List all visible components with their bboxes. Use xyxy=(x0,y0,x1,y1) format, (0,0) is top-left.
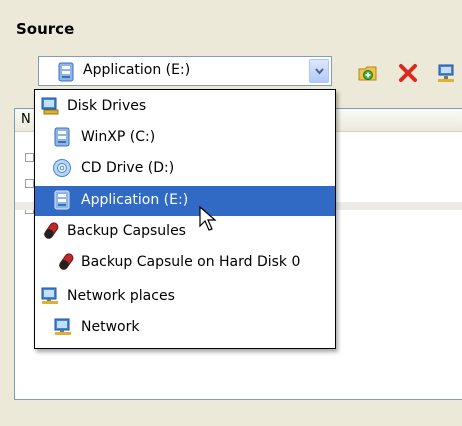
dropdown-item-backup-capsule-hd0[interactable]: Backup Capsule on Hard Disk 0 xyxy=(35,248,335,278)
dropdown-item-network[interactable]: Network xyxy=(35,313,335,343)
dropdown-item-label: Network places xyxy=(67,288,175,304)
hard-drive-icon xyxy=(57,62,75,86)
tree-expand-icon[interactable] xyxy=(25,153,34,162)
dropdown-item-cd-drive[interactable]: CD Drive (D:) xyxy=(35,154,335,184)
dropdown-item-label: Backup Capsules xyxy=(67,223,186,239)
disk-drives-icon xyxy=(40,96,60,120)
network-icon xyxy=(53,317,73,341)
combo-dropdown-button[interactable] xyxy=(309,59,329,83)
dropdown-item-label: Backup Capsule on Hard Disk 0 xyxy=(81,254,301,270)
tree-expand-icon[interactable] xyxy=(25,179,34,188)
source-combobox[interactable]: Application (E:) xyxy=(38,56,332,86)
dropdown-item-disk-drives[interactable]: Disk Drives xyxy=(35,92,335,122)
dropdown-item-label: Network xyxy=(81,319,140,335)
dropdown-item-application[interactable]: Application (E:) xyxy=(35,186,335,216)
delete-button[interactable] xyxy=(397,62,419,84)
combo-selected-text: Application (E:) xyxy=(83,62,191,78)
dropdown-item-winxp[interactable]: WinXP (C:) xyxy=(35,123,335,153)
source-dropdown-list[interactable]: Disk Drives WinXP (C:) CD Drive (D:) App… xyxy=(34,89,336,349)
chevron-down-icon xyxy=(315,68,324,75)
backup-capsule-icon xyxy=(40,221,60,245)
add-folder-icon xyxy=(358,66,377,81)
list-header-column[interactable]: N xyxy=(21,112,31,127)
backup-capsule-icon xyxy=(55,252,75,276)
hard-drive-icon xyxy=(53,190,71,214)
hard-drive-icon xyxy=(53,127,71,151)
dropdown-item-label: Disk Drives xyxy=(67,98,147,114)
dropdown-item-network-places[interactable]: Network places xyxy=(35,282,335,312)
dropdown-item-backup-capsules[interactable]: Backup Capsules xyxy=(35,217,335,247)
dropdown-item-label: Application (E:) xyxy=(81,192,189,208)
dropdown-item-label: CD Drive (D:) xyxy=(81,160,175,176)
network-places-icon xyxy=(40,286,60,310)
cd-drive-icon xyxy=(52,158,72,182)
network-icon xyxy=(438,64,454,82)
network-button[interactable] xyxy=(436,62,458,84)
mouse-cursor-icon xyxy=(199,206,217,231)
delete-icon xyxy=(399,64,417,82)
add-folder-button[interactable] xyxy=(357,62,379,84)
dropdown-item-label: WinXP (C:) xyxy=(81,129,156,145)
source-label: Source xyxy=(16,20,75,38)
